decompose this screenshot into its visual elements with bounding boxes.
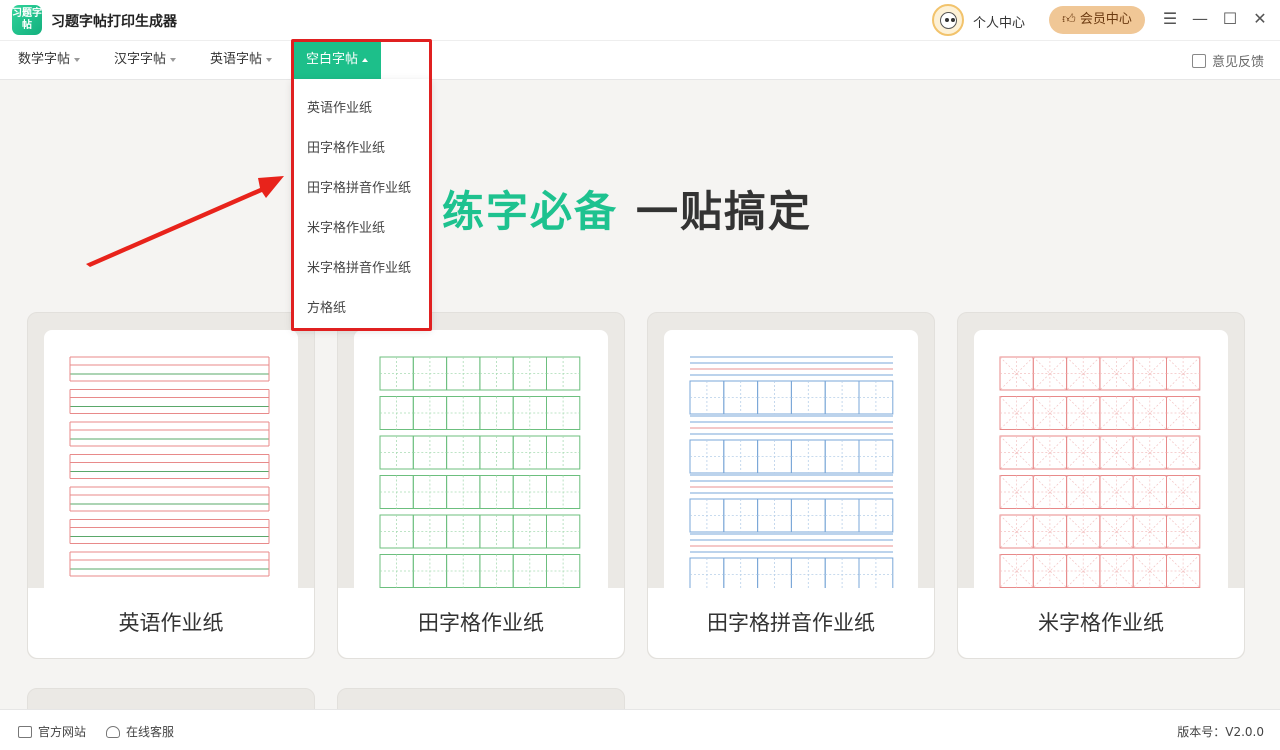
official-website-link[interactable]: 官方网站	[18, 723, 86, 740]
arrow-annotation	[86, 176, 284, 267]
feedback-link[interactable]: 意见反馈	[1191, 51, 1264, 70]
app-logo: 习题字帖	[12, 5, 42, 35]
close-icon[interactable]: ✕	[1250, 9, 1270, 29]
version-label: 版本号：V2.0.0	[1177, 725, 1264, 739]
mi-paper-preview	[974, 330, 1228, 588]
tab-chinese[interactable]: 汉字字帖	[114, 41, 177, 79]
tian-paper-preview	[354, 330, 608, 588]
highlight-annotation-box	[291, 39, 432, 331]
card-tian-paper[interactable]: 田字格作业纸	[337, 312, 625, 659]
card-tian-pinyin-paper[interactable]: 田字格拼音作业纸	[647, 312, 935, 659]
feedback-icon	[1191, 54, 1206, 68]
title-bar: 习题字帖 习题字帖打印生成器 个人中心 👍︎ 会员中心 ☰ — ☐ ✕	[0, 0, 1280, 41]
slogan: 练字必备 一贴搞定	[442, 187, 813, 236]
chevron-down-icon	[266, 57, 273, 62]
tab-math[interactable]: 数学字帖	[18, 41, 81, 79]
tian-pinyin-paper-preview	[664, 330, 918, 588]
vip-center-button[interactable]: 👍︎ 会员中心	[1049, 6, 1145, 34]
headset-icon	[106, 726, 120, 738]
menu-icon[interactable]: ☰	[1160, 9, 1180, 29]
vip-center-label: 会员中心	[1079, 12, 1132, 27]
maximize-icon[interactable]: ☐	[1220, 9, 1240, 29]
online-service-link[interactable]: 在线客服	[106, 723, 174, 740]
app-title: 习题字帖打印生成器	[51, 14, 177, 30]
card-label: 英语作业纸	[28, 588, 314, 658]
card-english-paper[interactable]: 英语作业纸	[27, 312, 315, 659]
card-label: 田字格作业纸	[338, 588, 624, 658]
card-mi-paper[interactable]: 米字格作业纸	[957, 312, 1245, 659]
user-center-link[interactable]: 个人中心	[973, 12, 1025, 31]
user-avatar[interactable]	[932, 4, 964, 36]
thumb-up-icon: 👍︎	[1062, 12, 1080, 27]
tab-bar: 数学字帖 汉字字帖 英语字帖 空白字帖 意见反馈	[0, 41, 1280, 80]
chevron-down-icon	[74, 57, 81, 62]
tab-english[interactable]: 英语字帖	[210, 41, 273, 79]
monitor-icon	[18, 726, 32, 738]
card-label: 米字格作业纸	[958, 588, 1244, 658]
status-bar: 官方网站 在线客服 版本号：V2.0.0	[0, 709, 1280, 750]
minimize-icon[interactable]: —	[1190, 9, 1210, 29]
english-paper-preview	[44, 330, 298, 588]
card-label: 田字格拼音作业纸	[648, 588, 934, 658]
chevron-down-icon	[170, 57, 177, 62]
